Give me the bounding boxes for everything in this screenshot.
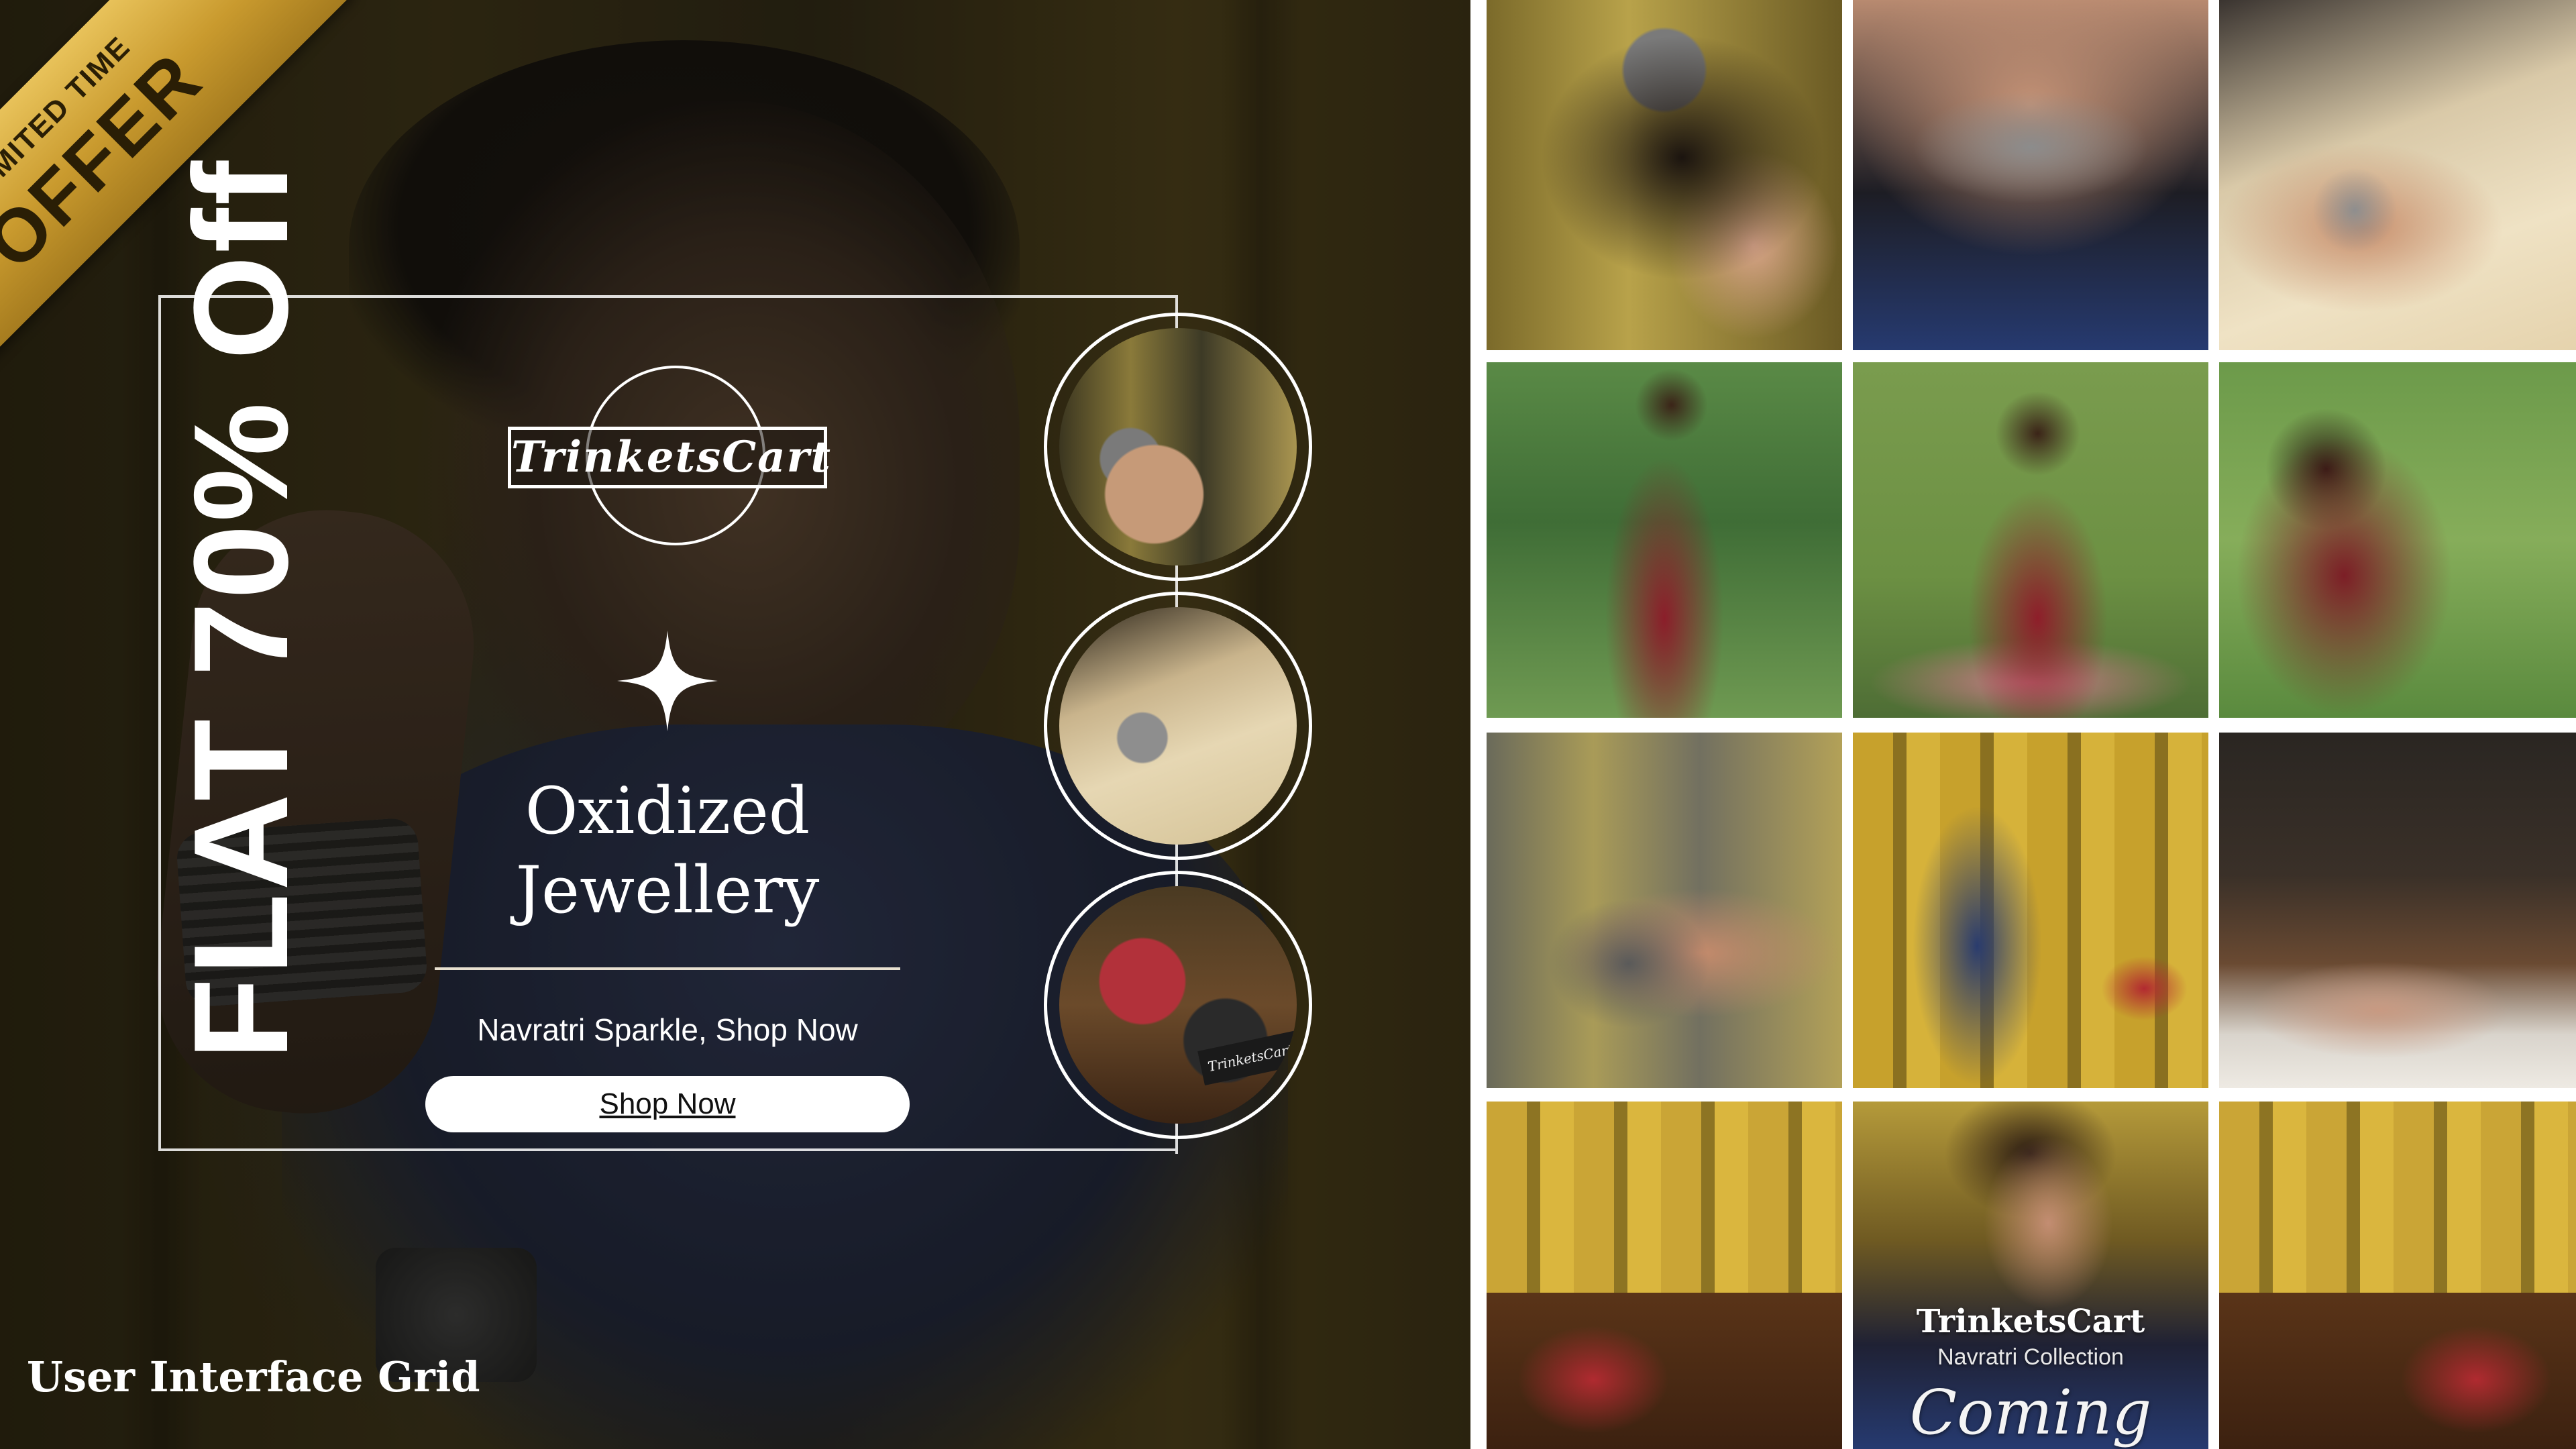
shop-now-button[interactable]: Shop Now xyxy=(425,1076,910,1132)
box-brand-label: TrinketsCart xyxy=(1197,1030,1297,1086)
brand-logo: TrinketsCart xyxy=(508,427,830,488)
tile-coming-soon: Coming Soon xyxy=(1909,1377,2152,1449)
grid-caption: User Interface Grid xyxy=(27,1352,480,1401)
tile-collection: Navratri Collection xyxy=(1937,1344,2124,1370)
grid-tile-model-seated[interactable] xyxy=(1853,733,2208,1088)
tagline: Navratri Sparkle, Shop Now xyxy=(477,1012,858,1047)
grid-tile-model-garden-3[interactable] xyxy=(2219,362,2576,718)
grid-tile-model-garden-2[interactable] xyxy=(1853,362,2208,718)
product-heading: Oxidized Jewellery xyxy=(470,771,865,930)
grid-tile-jewellery-box-2[interactable] xyxy=(2219,1102,2576,1449)
grid-tile-hair-clip[interactable] xyxy=(1487,0,1842,350)
grid-tile-bangles[interactable] xyxy=(1487,733,1842,1088)
tile-brand: TrinketsCart xyxy=(1916,1303,2145,1340)
grid-tile-jewellery-box-1[interactable] xyxy=(1487,1102,1842,1449)
grid-tile-model-garden-1[interactable] xyxy=(1487,362,1842,718)
heading-line-2: Jewellery xyxy=(515,853,820,928)
discount-text: FLAT 70% Off xyxy=(166,158,316,1060)
grid-tile-coming-soon[interactable]: TrinketsCart Navratri Collection Coming … xyxy=(1853,1102,2208,1449)
circle-image-bangles xyxy=(1044,313,1312,581)
grid-tile-anklet[interactable] xyxy=(2219,733,2576,1088)
heading-line-1: Oxidized xyxy=(525,773,810,849)
grid-tile-ring-book[interactable] xyxy=(2219,0,2576,350)
circle-image-jewellery-box: TrinketsCart xyxy=(1044,871,1312,1139)
circle-image-ring xyxy=(1044,592,1312,860)
divider xyxy=(435,967,900,970)
sparkle-icon xyxy=(617,631,718,731)
grid-tile-necklace[interactable] xyxy=(1853,0,2208,350)
